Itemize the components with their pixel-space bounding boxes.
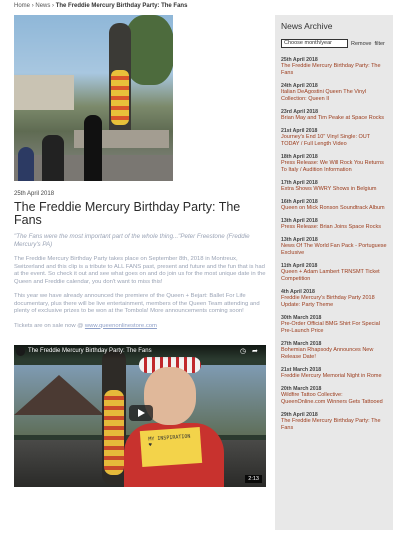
list-item[interactable]: 24th April 2018 Italian DeAgostini Queen … — [281, 83, 387, 103]
play-icon[interactable] — [129, 405, 153, 421]
video-duration: 2:13 — [245, 475, 262, 483]
breadcrumb-news[interactable]: News — [35, 3, 50, 9]
list-item[interactable]: 13th April 2018 News Of The World Fan Pac… — [281, 237, 387, 257]
remove-filter-link[interactable]: Remove — [351, 41, 371, 47]
list-item[interactable]: 21st March 2018 Freddie Mercury Memorial … — [281, 367, 387, 380]
share-icon[interactable]: ➦ — [252, 347, 258, 355]
list-item[interactable]: 29th April 2018 The Freddie Mercury Birth… — [281, 412, 387, 432]
list-item[interactable]: 4th April 2018 Freddie Mercury's Birthday… — [281, 289, 387, 309]
channel-avatar[interactable] — [16, 347, 25, 356]
post-date: 25th April 2018 — [14, 191, 55, 197]
list-item[interactable]: 21st April 2018 Journey's End 10" Vinyl S… — [281, 128, 387, 148]
breadcrumb-current: The Freddie Mercury Birthday Party: The … — [55, 3, 188, 9]
list-item[interactable]: 16th April 2018 Queen on Mick Ronson Soun… — [281, 199, 387, 212]
sidebar-title: News Archive — [281, 21, 333, 31]
tickets-line: Tickets are on sale now @ www.queenonlin… — [14, 323, 266, 331]
post-quote: "The Fans were the most important part o… — [14, 233, 250, 248]
breadcrumb-home[interactable]: Home — [14, 3, 30, 9]
list-item[interactable]: 17th April 2018 Extra Shows WWRY Shows in… — [281, 180, 387, 193]
filter-label[interactable]: filter — [374, 41, 384, 47]
month-year-select[interactable]: Choose month/year — [281, 39, 348, 48]
list-item[interactable]: 11th April 2018 Queen + Adam Lambert TRNS… — [281, 263, 387, 283]
archive-filter: Choose month/year Remove filter — [281, 39, 387, 48]
video-title[interactable]: The Freddie Mercury Birthday Party: The … — [28, 348, 152, 354]
news-list: 25th April 2018 The Freddie Mercury Birth… — [281, 57, 387, 432]
list-item[interactable]: 27th March 2018 Bohemian Rhapsody Announc… — [281, 341, 387, 361]
article-hero-image — [14, 15, 173, 181]
list-item[interactable]: 30th March 2018 Pre-Order Official BMG Sh… — [281, 315, 387, 335]
store-link[interactable]: www.queenonlinestore.com — [85, 323, 157, 329]
news-archive-sidebar: News Archive Choose month/year Remove fi… — [275, 15, 393, 530]
list-item[interactable]: 18th April 2018 Press Release: We Will Ro… — [281, 154, 387, 174]
list-item[interactable]: 25th April 2018 The Freddie Mercury Birth… — [281, 57, 387, 77]
video-player[interactable]: MY INSPIRATION ♥ The Freddie Mercury Bir… — [14, 345, 266, 487]
list-item[interactable]: 23rd April 2018 Brian May and Tim Peake a… — [281, 109, 387, 122]
breadcrumb: Home › News › The Freddie Mercury Birthd… — [14, 3, 187, 9]
post-paragraph: This year we have already announced the … — [14, 293, 260, 314]
post-paragraph: The Freddie Mercury Birthday Party takes… — [14, 256, 266, 285]
clock-icon[interactable]: ◷ — [240, 347, 246, 355]
video-frame-sign: MY INSPIRATION ♥ — [139, 426, 203, 468]
page-title: The Freddie Mercury Birthday Party: The … — [14, 200, 241, 227]
article: 25th April 2018 The Freddie Mercury Birt… — [14, 15, 266, 487]
tickets-text: Tickets are on sale now @ — [14, 322, 85, 329]
list-item[interactable]: 13th April 2018 Press Release: Brian Join… — [281, 218, 387, 231]
list-item[interactable]: 20th March 2018 Wildfire Tattoo Collectiv… — [281, 386, 387, 406]
